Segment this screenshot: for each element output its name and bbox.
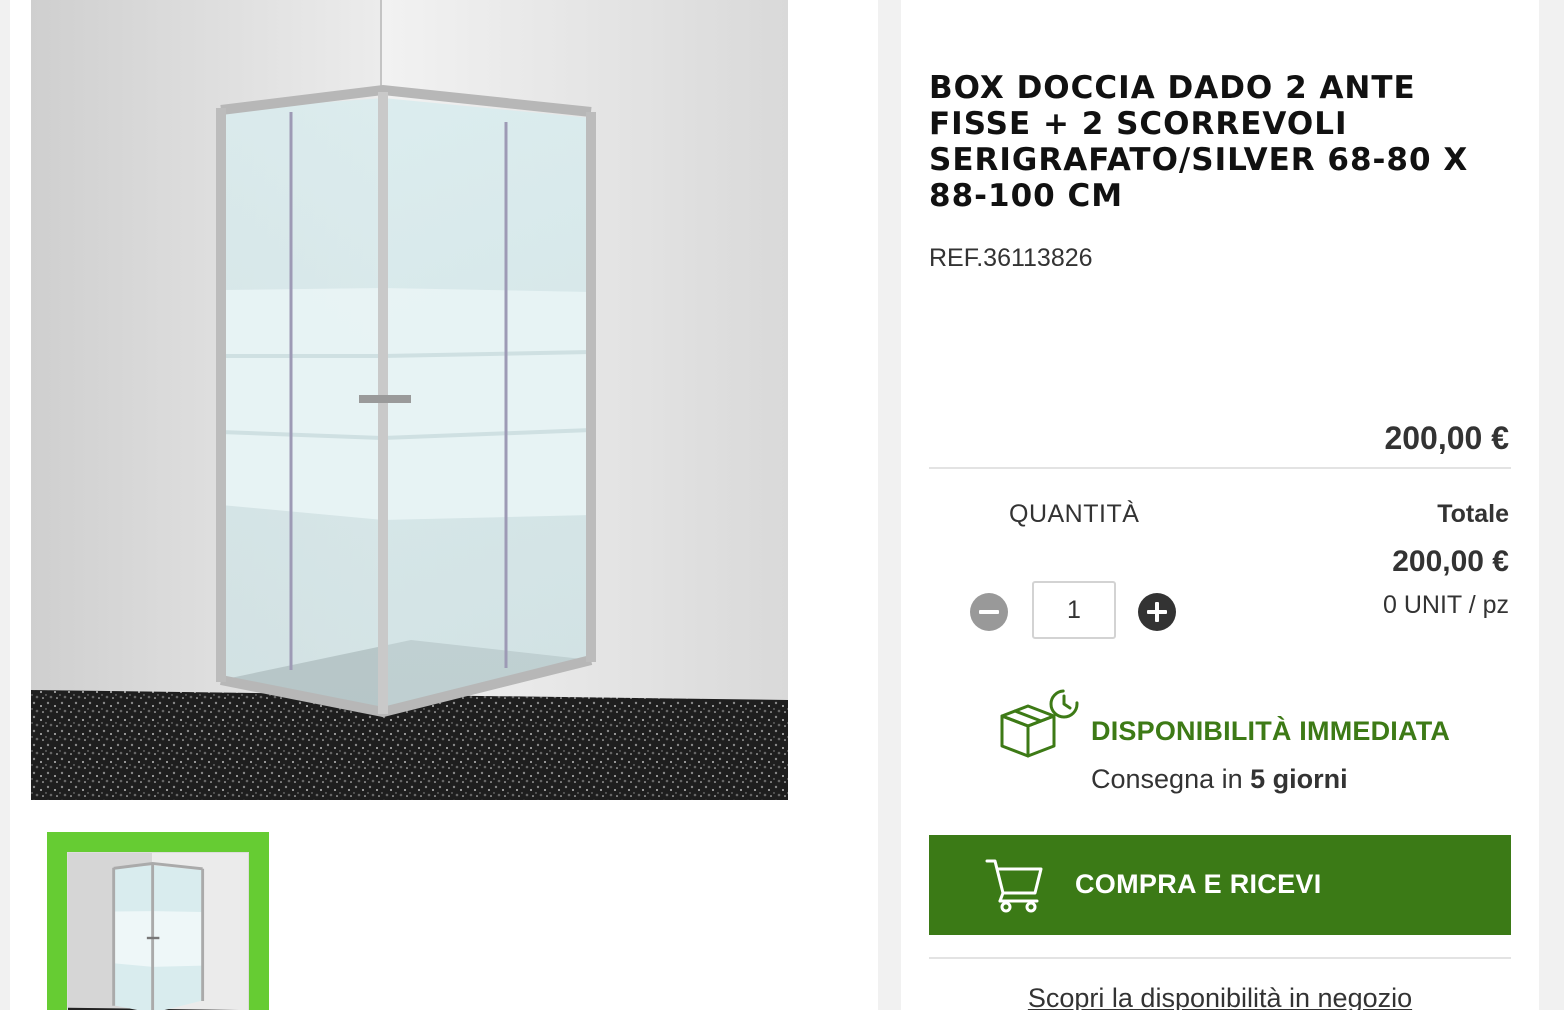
total-label: Totale [1437, 500, 1509, 528]
product-ref: REF.36113826 [929, 244, 1093, 272]
product-details-panel: BOX DOCCIA DADO 2 ANTE FISSE + 2 SCORREV… [901, 0, 1539, 1010]
thumbnail-selected[interactable] [47, 832, 269, 1010]
gallery-panel [10, 0, 878, 1010]
unit-price-label: 0 UNIT / pz [1383, 591, 1509, 619]
availability-title: DISPONIBILITÀ IMMEDIATA [1091, 716, 1451, 746]
product-price: 200,00 € [1384, 420, 1509, 456]
box-clock-icon [998, 686, 1082, 760]
quantity-label: QUANTITÀ [1009, 500, 1140, 528]
quantity-increase-button[interactable] [1138, 593, 1176, 631]
product-title: BOX DOCCIA DADO 2 ANTE FISSE + 2 SCORREV… [929, 70, 1469, 214]
cart-icon [985, 857, 1045, 913]
product-page: BOX DOCCIA DADO 2 ANTE FISSE + 2 SCORREV… [0, 0, 1564, 1010]
delivery-prefix: Consegna in [1091, 764, 1251, 794]
divider [929, 957, 1511, 959]
page-gutter [1539, 0, 1564, 1010]
main-product-image[interactable] [31, 0, 788, 800]
delivery-info: Consegna in 5 giorni [1091, 764, 1348, 795]
quantity-decrease-button[interactable] [970, 593, 1008, 631]
buy-button-label: COMPRA E RICEVI [1075, 869, 1322, 899]
quantity-input[interactable] [1032, 581, 1116, 639]
buy-button[interactable]: COMPRA E RICEVI [929, 835, 1511, 935]
divider [929, 467, 1511, 469]
thumbnail-image [67, 852, 249, 1010]
total-value: 200,00 € [1392, 545, 1509, 578]
store-availability-link[interactable]: Scopri la disponibilità in negozio [901, 983, 1539, 1010]
delivery-days: 5 giorni [1250, 764, 1348, 794]
